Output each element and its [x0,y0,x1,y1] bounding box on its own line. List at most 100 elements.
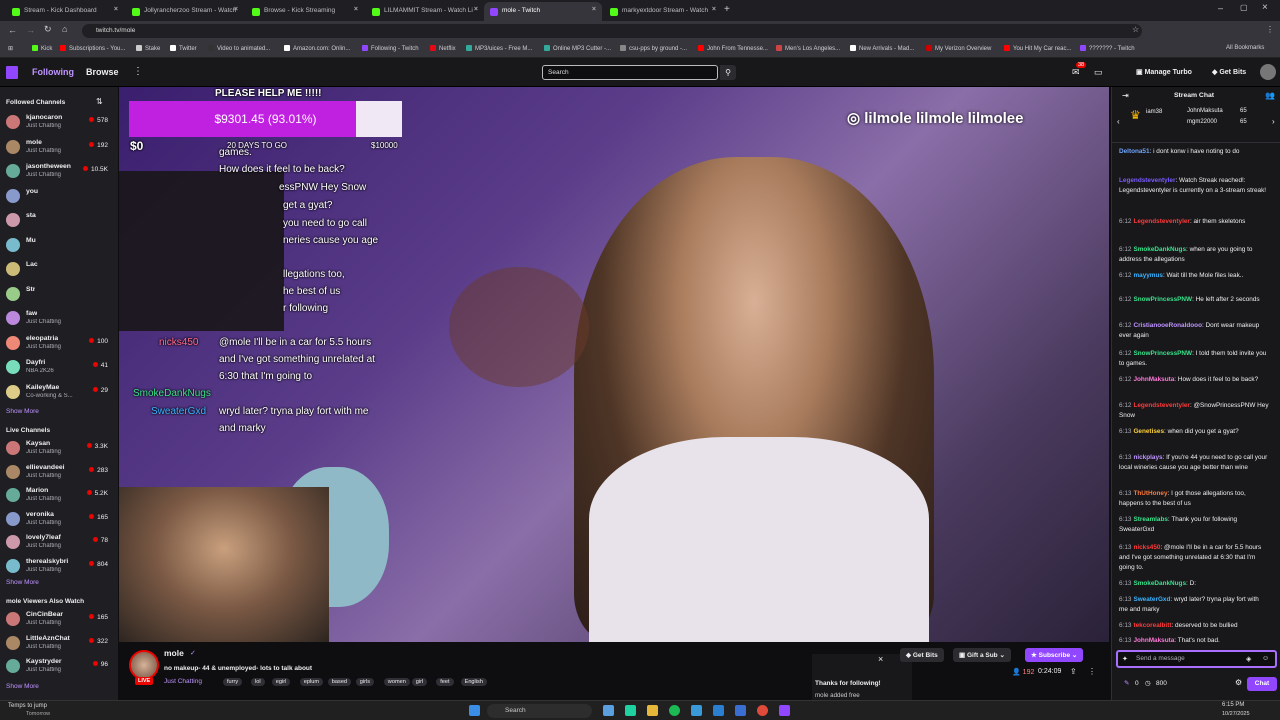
channel-item[interactable]: Marion Just Chatting 5.2K [4,485,114,507]
points-icon[interactable]: ✎ [1124,679,1129,687]
tag-pill[interactable]: feet [436,678,454,686]
following-link[interactable]: Following [32,67,74,77]
channel-item[interactable]: kjanocaron Just Chatting 578 [4,112,114,134]
tag-pill[interactable]: English [460,678,487,686]
close-icon[interactable]: × [474,6,478,13]
bookmark[interactable]: Amazon.com: Onlin... [284,45,350,52]
channel-item[interactable]: Kaystryder Just Chatting 96 [4,656,114,678]
close-icon[interactable]: × [114,6,118,13]
chat-username[interactable]: Legendsteventyler [1133,218,1189,225]
user-avatar[interactable] [1260,64,1276,80]
tag-pill[interactable]: based [327,678,352,686]
minimize-icon[interactable]: – [1218,3,1223,13]
subscribe-button[interactable]: ★ Subscribe ⌄ [1025,648,1084,662]
chat-send-button[interactable]: Chat [1247,677,1277,691]
taskbar-search[interactable]: Search [487,704,592,718]
channel-item[interactable]: Lac [4,259,114,281]
channel-item[interactable]: LittleAznChat Just Chatting 322 [4,633,114,655]
bits-icon[interactable]: ◈ [1246,655,1251,663]
browser-tab[interactable]: markyextdoor Stream - Watch × [604,2,722,21]
collapse-chat-icon[interactable]: ⇥ [1122,91,1129,100]
bookmark[interactable]: My Verizon Overview [926,45,991,52]
channel-item[interactable]: mole Just Chatting 192 [4,137,114,159]
new-tab-icon[interactable]: + [724,4,730,15]
get-bits-button[interactable]: ◆ Get Bits [1212,68,1246,76]
chat-username[interactable]: nickplays [1133,454,1162,461]
tag-pill[interactable]: furry [223,678,243,686]
chat-username[interactable]: Legendsteventyler [1133,402,1189,409]
twitch-logo-icon[interactable] [6,66,18,79]
more-options-icon[interactable]: ⋮ [1088,667,1096,676]
close-icon[interactable]: × [592,6,596,13]
forward-icon[interactable]: → [26,25,35,35]
bookmark[interactable]: John From Tennesse... [698,45,768,52]
channel-name[interactable]: mole [164,648,184,658]
gift-sub-button[interactable]: ▣ Gift a Sub ⌄ [953,648,1011,662]
tag-pill[interactable]: egirl [271,678,291,686]
reload-icon[interactable]: ↻ [44,24,52,35]
show-more-live[interactable]: Show More [6,579,39,586]
manage-turbo-button[interactable]: ▣ Manage Turbo [1136,68,1192,76]
clock-time[interactable]: 6:15 PM [1222,702,1244,708]
emote-icon[interactable]: ☺ [1262,655,1269,662]
tag-pill[interactable]: eplum [299,678,324,686]
bookmark[interactable]: Twitter [170,45,197,52]
whispers-icon[interactable]: ▭ [1094,67,1103,78]
window-close-icon[interactable]: × [1262,2,1268,13]
bookmark[interactable]: csu-pps by ground -... [620,45,687,52]
chat-username[interactable]: SmokeDankNugs [1133,580,1186,587]
bookmark[interactable]: Online MP3 Cutter -... [544,45,611,52]
chat-username[interactable]: SmokeDankNugs [1133,246,1186,253]
bookmark[interactable]: Netflix [430,45,456,52]
twitch-app-icon[interactable] [779,705,790,716]
chat-settings-icon[interactable]: ⚙ [1235,678,1242,687]
show-more-also[interactable]: Show More [6,683,39,690]
channel-item[interactable]: ellievandeei Just Chatting 283 [4,462,114,484]
bookmark[interactable]: Stake [136,45,160,52]
app-icon[interactable] [713,705,724,716]
chat-username[interactable]: SweaterGxd [1133,596,1170,603]
bookmark[interactable]: New Arrivals - Mad... [850,45,914,52]
bookmark[interactable]: MP3/uices - Free M... [466,45,532,52]
app-icon[interactable] [691,705,702,716]
tag-pill[interactable]: girl [411,678,428,686]
bookmark[interactable]: Video to animated... [208,45,270,52]
task-view-icon[interactable] [603,705,614,716]
url-field[interactable]: twitch.tv/mole [82,24,1142,38]
channel-item[interactable]: KaileyMae Co-working & S... 29 [4,382,114,404]
menu-icon[interactable]: ⋮ [1266,25,1274,34]
chat-username[interactable]: Streamlabs [1133,516,1167,523]
channel-avatar[interactable] [129,650,159,680]
channel-item[interactable]: eleopatria Just Chatting 100 [4,333,114,355]
users-icon[interactable]: 👥 [1265,91,1275,100]
browser-tab-active[interactable]: mole - Twitch × [484,2,602,21]
channel-item[interactable]: Str [4,284,114,306]
tag-pill[interactable]: girls [355,678,375,686]
bookmark[interactable]: Subscriptions - You... [60,45,125,52]
browse-link[interactable]: Browse [86,67,119,77]
chat-username[interactable]: JohnMaksuta [1133,376,1174,383]
share-icon[interactable]: ⇪ [1070,667,1077,676]
chat-username[interactable]: nicks450 [1133,544,1160,551]
browser-tab[interactable]: Stream - Kick Dashboard × [6,2,124,21]
apps-icon[interactable]: ⊞ [8,45,13,52]
chrome-icon[interactable] [757,705,768,716]
browser-tab[interactable]: LILMAMMIT Stream - Watch Li × [366,2,484,21]
app-icon[interactable] [625,705,636,716]
chat-username[interactable]: Genetises [1133,428,1164,435]
channel-item[interactable]: faw Just Chatting [4,308,114,330]
bookmark[interactable]: You Hit My Car reac... [1004,45,1071,52]
video-player[interactable]: PLEASE HELP ME !!!!! $9301.45 (93.01%) $… [119,87,1109,642]
close-icon[interactable]: × [712,6,716,13]
browser-tab[interactable]: Browse - Kick Streaming × [246,2,364,21]
search-input[interactable]: Search [542,65,718,80]
bookmark-star-icon[interactable]: ☆ [1132,25,1139,34]
back-icon[interactable]: ← [8,25,17,35]
channel-item[interactable]: Kaysan Just Chatting 3.3K [4,438,114,460]
chat-username[interactable]: SnowPrincessPNW [1133,350,1192,357]
category-link[interactable]: Just Chatting [164,678,202,685]
start-icon[interactable] [469,705,480,716]
chat-username[interactable]: mayymus [1133,272,1163,279]
chat-username[interactable]: Legendsteventyler [1119,177,1175,184]
channel-item[interactable]: CinCinBear Just Chatting 165 [4,609,114,631]
